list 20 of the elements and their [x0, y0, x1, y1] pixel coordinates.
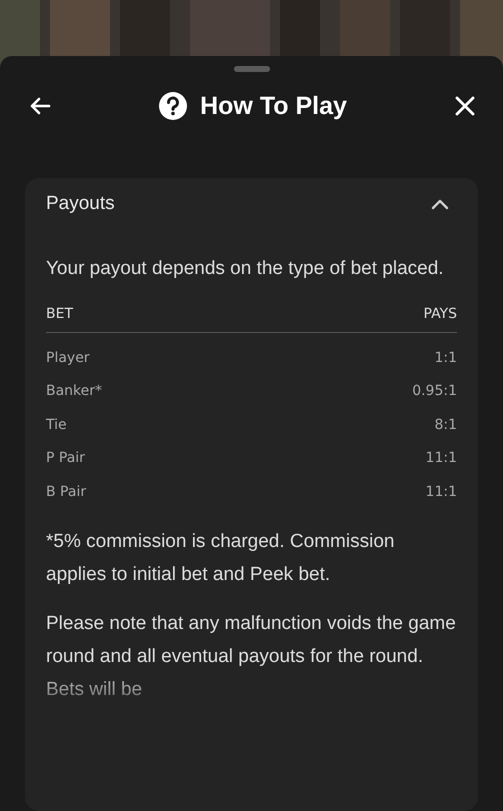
table-cell: 11:1	[426, 450, 457, 466]
note-text: *5% commission is charged. Commission applies to initial bet and Peek bet.	[46, 530, 396, 586]
table-cell: 11:1	[426, 484, 457, 500]
column-header: BET	[46, 306, 74, 322]
table-cell: Tie	[46, 416, 67, 433]
table-cell: 8:1	[434, 416, 457, 433]
table-cell: 0.95:1	[412, 383, 457, 400]
drag-handle[interactable]	[234, 66, 270, 72]
table-cell: Banker*	[46, 383, 102, 400]
intro-text: Your payout depends on the type of bet placed.	[46, 257, 445, 281]
table-cell: P Pair	[46, 450, 85, 466]
note-text: Please note that any malfunction voids the game round and all eventual payouts for the round. Bets will be	[46, 612, 457, 702]
window-title: How To Play	[200, 92, 347, 120]
help-icon	[158, 91, 188, 121]
table-cell: 1:1	[434, 350, 457, 366]
section-title[interactable]: Payouts	[46, 193, 115, 215]
table-cell: Player	[46, 350, 90, 366]
table-cell: B Pair	[46, 484, 86, 500]
chevron-icon[interactable]	[431, 198, 449, 210]
column-header: PAYS	[424, 306, 457, 322]
